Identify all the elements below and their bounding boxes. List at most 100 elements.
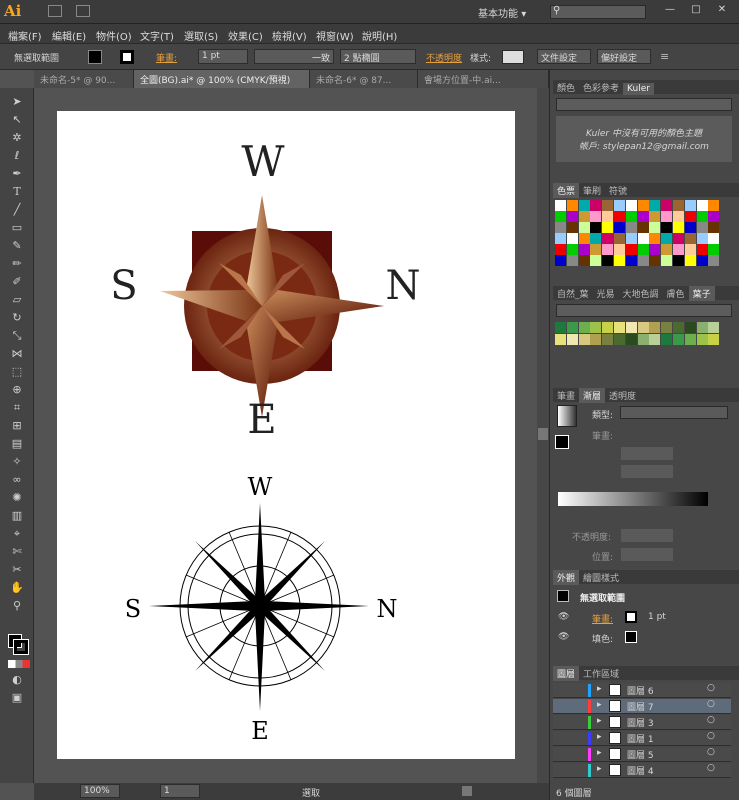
swatch-cell[interactable] xyxy=(661,233,673,244)
document-setup-button[interactable]: 文件設定 xyxy=(537,49,591,64)
swatch-cell[interactable] xyxy=(696,255,708,266)
menu-type[interactable]: 文字(T) xyxy=(140,28,174,43)
type-tool-icon[interactable]: T xyxy=(8,184,26,200)
graph-tool-icon[interactable]: ▥ xyxy=(8,508,26,524)
layer-target-icon[interactable]: ○ xyxy=(707,683,715,693)
swatch-cell[interactable] xyxy=(614,244,625,255)
gradient-angle-field[interactable] xyxy=(621,447,673,460)
tab-layers[interactable]: 圖層 xyxy=(553,666,580,681)
layer-target-icon[interactable]: ○ xyxy=(707,715,715,725)
swatch-cell[interactable] xyxy=(684,222,696,233)
swatch-cell[interactable] xyxy=(649,233,661,244)
tab-lib-2[interactable]: 光易 xyxy=(593,286,619,301)
swatch-cell[interactable] xyxy=(590,255,602,266)
swatch-cell[interactable] xyxy=(708,233,720,244)
gradient-slider[interactable] xyxy=(558,492,708,506)
tab-document-1[interactable]: 未命名-5* @ 90... xyxy=(34,70,134,88)
swatch-cell[interactable] xyxy=(555,255,566,266)
library-swatch[interactable] xyxy=(684,322,696,333)
menu-effect[interactable]: 效果(C) xyxy=(228,28,263,43)
artboard-select[interactable]: 1 xyxy=(160,784,200,798)
zoom-select[interactable]: 100% xyxy=(80,784,120,798)
brush-select[interactable]: 2 點橢圓 xyxy=(340,49,416,64)
visibility-eye-icon[interactable]: 👁 xyxy=(558,612,569,622)
expand-triangle-icon[interactable]: ▸ xyxy=(597,748,602,758)
swatch-cell[interactable] xyxy=(696,211,708,222)
appearance-stroke-swatch[interactable] xyxy=(625,611,637,623)
tab-color-guide[interactable]: 色彩參考 xyxy=(579,80,623,95)
library-swatch[interactable] xyxy=(578,334,590,345)
swatch-cell[interactable] xyxy=(555,211,566,222)
tab-swatches[interactable]: 色票 xyxy=(553,183,580,198)
swatch-cell[interactable] xyxy=(649,255,661,266)
opacity-label[interactable]: 不透明度 xyxy=(426,51,462,64)
library-swatch[interactable] xyxy=(566,322,578,333)
swatch-cell[interactable] xyxy=(637,233,649,244)
magic-wand-icon[interactable]: ✲ xyxy=(8,130,26,146)
library-swatch[interactable] xyxy=(614,322,625,333)
swatch-cell[interactable] xyxy=(661,244,673,255)
tab-document-4[interactable]: 會場方位置-中.ai... xyxy=(418,70,549,88)
compass-rose-color[interactable] xyxy=(160,195,384,417)
swatch-cell[interactable] xyxy=(578,233,590,244)
swatch-cell[interactable] xyxy=(625,211,637,222)
layer-target-icon[interactable]: ○ xyxy=(707,731,715,741)
swatch-cell[interactable] xyxy=(566,222,578,233)
tab-stroke[interactable]: 筆畫 xyxy=(553,388,579,403)
swatch-cell[interactable] xyxy=(673,233,684,244)
swatch-cell[interactable] xyxy=(578,244,590,255)
compass-rose-line[interactable] xyxy=(149,503,369,711)
library-swatch[interactable] xyxy=(590,334,602,345)
swatch-cell[interactable] xyxy=(578,222,590,233)
library-swatch[interactable] xyxy=(696,322,708,333)
library-swatch[interactable] xyxy=(578,322,590,333)
swatch-cell[interactable] xyxy=(637,200,649,211)
library-swatch[interactable] xyxy=(649,334,661,345)
swatch-cell[interactable] xyxy=(708,222,720,233)
swatch-cell[interactable] xyxy=(673,222,684,233)
layer-row[interactable]: ▸ 圖層 7 ○ xyxy=(553,699,731,714)
appearance-stroke-label[interactable]: 筆畫: xyxy=(592,612,613,625)
paintbrush-icon[interactable]: ✎ xyxy=(8,238,26,254)
swatch-cell[interactable] xyxy=(614,233,625,244)
mesh-tool-icon[interactable]: ⊞ xyxy=(8,418,26,434)
swatch-cell[interactable] xyxy=(696,244,708,255)
library-swatch[interactable] xyxy=(661,322,673,333)
tab-appearance[interactable]: 外觀 xyxy=(553,570,580,585)
swatch-cell[interactable] xyxy=(614,255,625,266)
preferences-button[interactable]: 偏好設定 xyxy=(597,49,651,64)
artboard-tool-icon[interactable]: ⌖ xyxy=(8,526,26,542)
swatch-cell[interactable] xyxy=(684,233,696,244)
swatch-cell[interactable] xyxy=(661,211,673,222)
swatch-cell[interactable] xyxy=(649,211,661,222)
swatch-cell[interactable] xyxy=(602,244,614,255)
swatch-cell[interactable] xyxy=(566,200,578,211)
swatch-cell[interactable] xyxy=(649,200,661,211)
swatch-cell[interactable] xyxy=(684,244,696,255)
vertical-scrollbar[interactable] xyxy=(537,88,549,783)
shape-builder-icon[interactable]: ⊕ xyxy=(8,382,26,398)
tab-document-2[interactable]: 全圖(BG).ai* @ 100% (CMYK/預視) xyxy=(134,70,310,88)
library-swatch[interactable] xyxy=(625,322,637,333)
swatch-cell[interactable] xyxy=(637,211,649,222)
expand-triangle-icon[interactable]: ▸ xyxy=(597,716,602,726)
swatch-cell[interactable] xyxy=(578,211,590,222)
menu-window[interactable]: 視窗(W) xyxy=(316,28,354,43)
menu-select[interactable]: 選取(S) xyxy=(184,28,218,43)
line-tool-icon[interactable]: ╱ xyxy=(8,202,26,218)
kuler-search-input[interactable] xyxy=(556,98,732,111)
swatch-cell[interactable] xyxy=(649,244,661,255)
swatch-cell[interactable] xyxy=(602,222,614,233)
tab-lib-5[interactable]: 葉子 xyxy=(688,286,715,301)
tab-graphic-styles[interactable]: 繪圖樣式 xyxy=(579,570,623,585)
library-swatch[interactable] xyxy=(637,322,649,333)
expand-triangle-icon[interactable]: ▸ xyxy=(597,700,602,710)
swatch-cell[interactable] xyxy=(625,200,637,211)
swatch-cell[interactable] xyxy=(673,244,684,255)
width-tool-icon[interactable]: ⋈ xyxy=(8,346,26,362)
close-button[interactable]: ✕ xyxy=(710,4,734,20)
swatch-cell[interactable] xyxy=(708,200,720,211)
swatch-cell[interactable] xyxy=(673,200,684,211)
swatch-cell[interactable] xyxy=(637,222,649,233)
eraser-icon[interactable]: ▱ xyxy=(8,292,26,308)
